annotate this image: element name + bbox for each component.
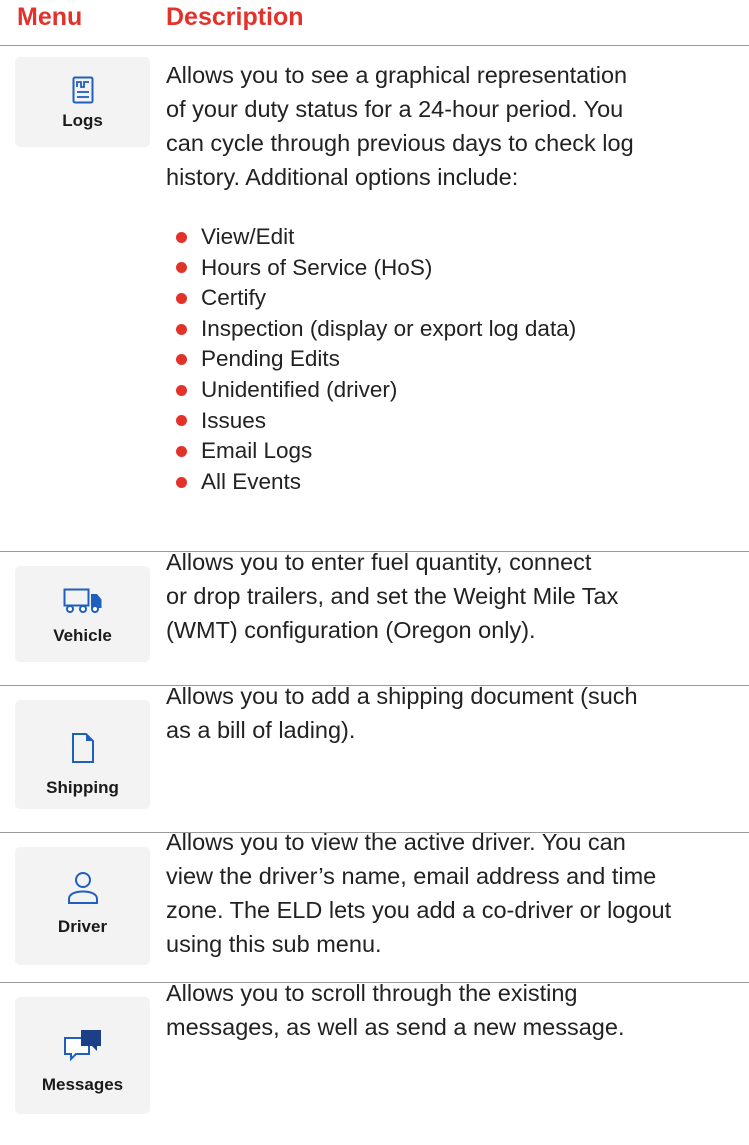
messages-description: Allows you to scroll through the existin… [166, 980, 625, 1040]
description-column-header: Description [166, 3, 304, 31]
logs-options-list: View/Edit Hours of Service (HoS) Certify… [166, 222, 576, 497]
vehicle-description: Allows you to enter fuel quantity, conne… [166, 549, 619, 643]
list-item: Unidentified (driver) [166, 375, 576, 406]
messages-menu-label: Messages [41, 1075, 124, 1094]
driver-menu-label: Driver [57, 917, 108, 936]
bullet-icon [176, 231, 187, 243]
table-row-vehicle: Vehicle Allows you to enter fuel quantit… [0, 549, 749, 686]
document-icon [71, 733, 94, 763]
log-chart-icon [72, 76, 93, 104]
list-item: Pending Edits [166, 344, 576, 375]
list-item: Email Logs [166, 436, 576, 467]
list-item: Inspection (display or export log data) [166, 314, 576, 345]
logs-menu-label: Logs [62, 111, 103, 130]
messages-menu-tile[interactable]: Messages [15, 997, 150, 1114]
bullet-icon [176, 292, 187, 304]
bullet-icon [176, 384, 187, 396]
table-row-messages: Messages Allows you to scroll through th… [0, 980, 749, 1145]
bullet-icon [176, 354, 187, 366]
table-row-logs: Logs Allows you to see a graphical repre… [0, 45, 749, 552]
list-item: All Events [166, 467, 576, 498]
list-item: Issues [166, 406, 576, 437]
vehicle-menu-tile[interactable]: Vehicle [15, 566, 150, 662]
bullet-icon [176, 262, 187, 274]
driver-description: Allows you to view the active driver. Yo… [166, 829, 672, 957]
vehicle-menu-label: Vehicle [53, 626, 112, 645]
table-header: Menu Description [0, 0, 749, 46]
person-icon [67, 872, 98, 904]
shipping-menu-label: Shipping [46, 778, 119, 797]
logs-description: Allows you to see a graphical representa… [166, 62, 634, 190]
bullet-icon [176, 415, 187, 427]
menu-description-table: Menu Description Logs Allows you to see … [0, 0, 749, 1145]
chat-bubbles-icon [63, 1030, 101, 1062]
list-item: Hours of Service (HoS) [166, 253, 576, 284]
truck-icon [63, 588, 101, 613]
shipping-description: Allows you to add a shipping document (s… [166, 683, 638, 743]
table-row-driver: Driver Allows you to view the active dri… [0, 829, 749, 983]
list-item: Certify [166, 283, 576, 314]
driver-menu-tile[interactable]: Driver [15, 847, 150, 965]
bullet-icon [176, 476, 187, 488]
list-item: View/Edit [166, 222, 576, 253]
bullet-icon [176, 323, 187, 335]
table-row-shipping: Shipping Allows you to add a shipping do… [0, 683, 749, 833]
logs-menu-tile[interactable]: Logs [15, 57, 150, 147]
shipping-menu-tile[interactable]: Shipping [15, 700, 150, 809]
menu-column-header: Menu [17, 3, 83, 31]
bullet-icon [176, 445, 187, 457]
